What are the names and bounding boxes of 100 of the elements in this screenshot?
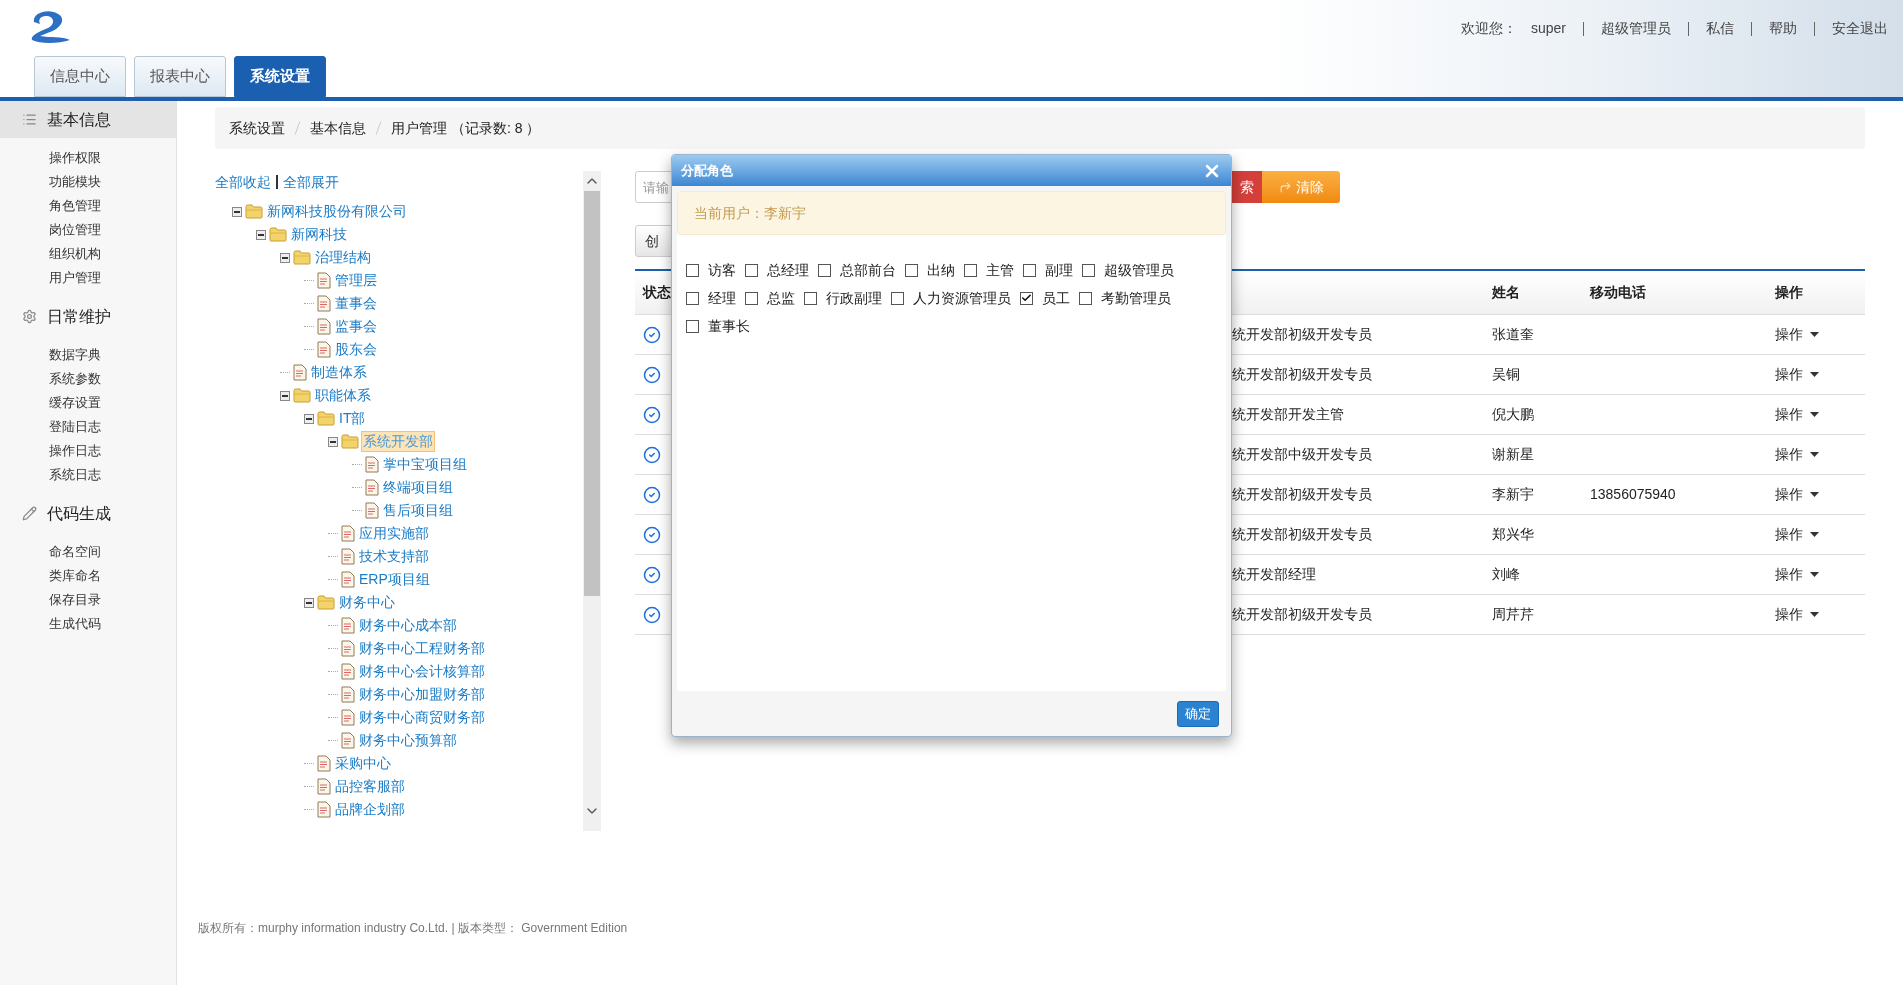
collapse-toggle[interactable] xyxy=(304,413,314,424)
sidebar-item[interactable]: 命名空间 xyxy=(0,540,176,564)
tree-node-label[interactable]: 新网科技股份有限公司 xyxy=(265,201,409,222)
sidebar-section[interactable]: 日常维护 xyxy=(0,298,176,335)
sidebar-item[interactable]: 功能模块 xyxy=(0,170,176,194)
sidebar-item[interactable]: 组织机构 xyxy=(0,242,176,266)
actions-dropdown[interactable]: 操作 xyxy=(1775,404,1803,425)
role-checkbox[interactable] xyxy=(804,291,817,305)
actions-dropdown[interactable]: 操作 xyxy=(1775,364,1803,385)
collapse-toggle[interactable] xyxy=(280,252,290,263)
breadcrumb-item[interactable]: 系统设置 xyxy=(229,117,285,139)
search-button[interactable]: 索 xyxy=(1232,171,1262,203)
nav-tab[interactable]: 系统设置 xyxy=(234,56,326,97)
role-label[interactable]: 总经理 xyxy=(767,259,809,281)
tree-node-label[interactable]: 制造体系 xyxy=(309,362,369,383)
nav-tab[interactable]: 信息中心 xyxy=(34,56,126,97)
collapse-all-link[interactable]: 全部收起 xyxy=(215,171,271,193)
sidebar-item[interactable]: 用户管理 xyxy=(0,266,176,290)
role-checkbox[interactable] xyxy=(1020,291,1033,305)
sidebar-item[interactable]: 类库命名 xyxy=(0,564,176,588)
sidebar-item[interactable]: 缓存设置 xyxy=(0,391,176,415)
role-checkbox[interactable] xyxy=(686,291,699,305)
role-label[interactable]: 董事长 xyxy=(708,315,750,337)
actions-dropdown[interactable]: 操作 xyxy=(1775,524,1803,545)
role-checkbox[interactable] xyxy=(891,291,904,305)
sidebar-item[interactable]: 生成代码 xyxy=(0,612,176,636)
actions-dropdown[interactable]: 操作 xyxy=(1775,444,1803,465)
sidebar-item[interactable]: 操作权限 xyxy=(0,146,176,170)
breadcrumb-item[interactable]: 基本信息 xyxy=(310,117,366,139)
sidebar-item[interactable]: 操作日志 xyxy=(0,439,176,463)
nav-tab[interactable]: 报表中心 xyxy=(134,56,226,97)
collapse-toggle[interactable] xyxy=(328,436,338,447)
actions-dropdown[interactable]: 操作 xyxy=(1775,324,1803,345)
scrollbar-thumb[interactable] xyxy=(584,191,600,596)
sidebar-item[interactable]: 保存目录 xyxy=(0,588,176,612)
tree-node-label[interactable]: 治理结构 xyxy=(313,247,373,268)
actions-dropdown[interactable]: 操作 xyxy=(1775,564,1803,585)
collapse-toggle[interactable] xyxy=(232,206,242,217)
tree-node-label[interactable]: ERP项目组 xyxy=(357,569,432,590)
tree-node-label[interactable]: 技术支持部 xyxy=(357,546,431,567)
header-link[interactable]: 超级管理员 xyxy=(1601,18,1671,39)
collapse-toggle[interactable] xyxy=(280,390,290,401)
role-label[interactable]: 员工 xyxy=(1042,287,1070,309)
tree-node-label[interactable]: 股东会 xyxy=(333,339,379,360)
sidebar-section[interactable]: 代码生成 xyxy=(0,495,176,532)
tree-node-label[interactable]: 管理层 xyxy=(333,270,379,291)
role-checkbox[interactable] xyxy=(686,319,699,333)
sidebar-item[interactable]: 数据字典 xyxy=(0,343,176,367)
role-label[interactable]: 总部前台 xyxy=(840,259,896,281)
header-link[interactable]: 帮助 xyxy=(1769,18,1797,39)
role-label[interactable]: 人力资源管理员 xyxy=(913,287,1011,309)
tree-node-label[interactable]: 新网科技 xyxy=(289,224,349,245)
sidebar-item[interactable]: 系统日志 xyxy=(0,463,176,487)
tree-node-label[interactable]: 财务中心会计核算部 xyxy=(357,661,487,682)
role-label[interactable]: 总监 xyxy=(767,287,795,309)
tree-node-label[interactable]: 售后项目组 xyxy=(381,500,455,521)
username-link[interactable]: super xyxy=(1530,18,1566,39)
role-label[interactable]: 主管 xyxy=(986,259,1014,281)
role-label[interactable]: 访客 xyxy=(708,259,736,281)
tree-node-label[interactable]: 监事会 xyxy=(333,316,379,337)
tree-node-label[interactable]: 董事会 xyxy=(333,293,379,314)
sidebar-item[interactable]: 系统参数 xyxy=(0,367,176,391)
role-checkbox[interactable] xyxy=(745,291,758,305)
role-checkbox[interactable] xyxy=(1082,263,1095,277)
header-link[interactable]: 私信 xyxy=(1706,18,1734,39)
collapse-toggle[interactable] xyxy=(256,229,266,240)
tree-node-label[interactable]: 财务中心商贸财务部 xyxy=(357,707,487,728)
tree-node-label[interactable]: 采购中心 xyxy=(333,753,393,774)
tree-node-label[interactable]: IT部 xyxy=(337,408,368,429)
tree-node-label[interactable]: 品牌企划部 xyxy=(333,799,407,820)
role-checkbox[interactable] xyxy=(1023,263,1036,277)
tree-node-label[interactable]: 应用实施部 xyxy=(357,523,431,544)
sidebar-item[interactable]: 角色管理 xyxy=(0,194,176,218)
role-label[interactable]: 超级管理员 xyxy=(1104,259,1174,281)
tree-node-label[interactable]: 财务中心预算部 xyxy=(357,730,459,751)
role-checkbox[interactable] xyxy=(745,263,758,277)
expand-all-link[interactable]: 全部展开 xyxy=(283,171,339,193)
role-label[interactable]: 副理 xyxy=(1045,259,1073,281)
tree-node-label[interactable]: 职能体系 xyxy=(313,385,373,406)
role-checkbox[interactable] xyxy=(1079,291,1092,305)
header-link[interactable]: 安全退出 xyxy=(1832,18,1888,39)
scrollbar[interactable] xyxy=(583,171,601,831)
tree-node-label[interactable]: 财务中心成本部 xyxy=(357,615,459,636)
tree-node-label[interactable]: 品控客服部 xyxy=(333,776,407,797)
sidebar-item[interactable]: 岗位管理 xyxy=(0,218,176,242)
role-checkbox[interactable] xyxy=(686,263,699,277)
actions-dropdown[interactable]: 操作 xyxy=(1775,484,1803,505)
role-label[interactable]: 考勤管理员 xyxy=(1101,287,1171,309)
sidebar-item[interactable]: 登陆日志 xyxy=(0,415,176,439)
tree-node-label[interactable]: 财务中心 xyxy=(337,592,397,613)
role-checkbox[interactable] xyxy=(905,263,918,277)
tree-node-label[interactable]: 掌中宝项目组 xyxy=(381,454,469,475)
tree-node-label[interactable]: 财务中心工程财务部 xyxy=(357,638,487,659)
tree-node-label[interactable]: 终端项目组 xyxy=(381,477,455,498)
role-label[interactable]: 行政副理 xyxy=(826,287,882,309)
role-label[interactable]: 经理 xyxy=(708,287,736,309)
role-checkbox[interactable] xyxy=(964,263,977,277)
confirm-button[interactable]: 确定 xyxy=(1177,700,1219,727)
role-checkbox[interactable] xyxy=(818,263,831,277)
collapse-toggle[interactable] xyxy=(304,597,314,608)
